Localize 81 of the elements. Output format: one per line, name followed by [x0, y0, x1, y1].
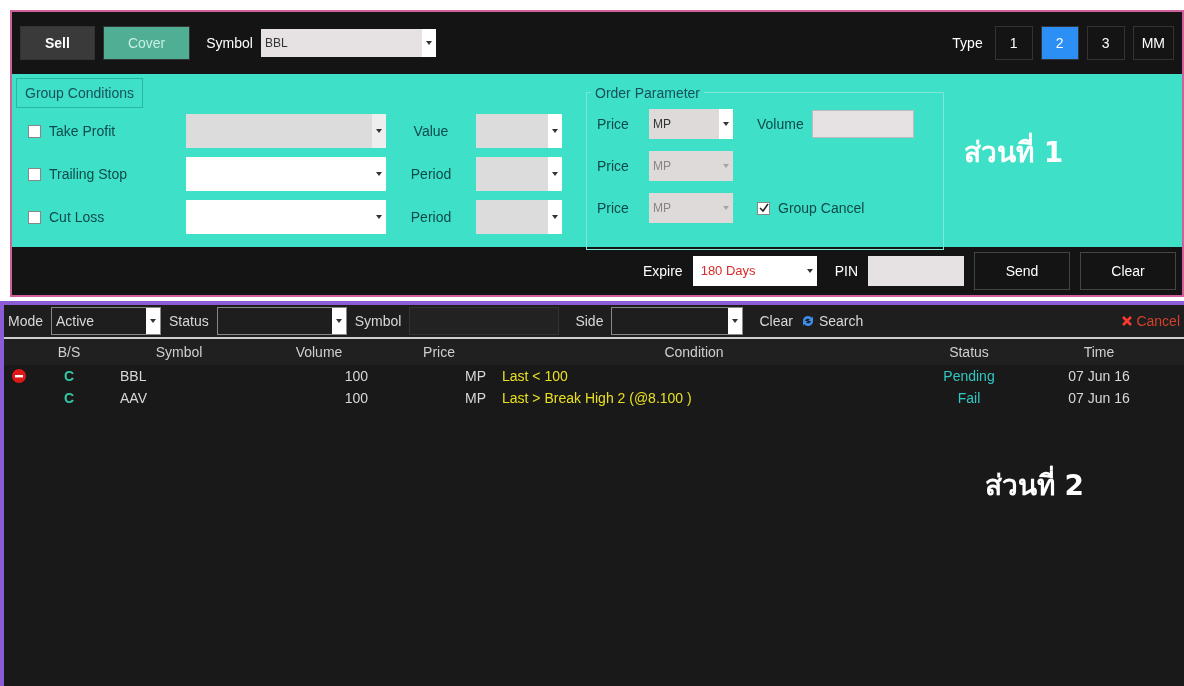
type-tab[interactable]: MM: [1132, 26, 1174, 60]
dropdown-caret-icon: [372, 114, 386, 148]
table-cell-text: Fail: [956, 388, 982, 408]
symbol-label: Symbol: [354, 311, 402, 331]
dropdown-caret-icon: [421, 29, 436, 57]
table-cell-text: AAV: [119, 388, 148, 408]
table-cell-text: C: [62, 388, 76, 408]
side-label: Side: [575, 311, 604, 331]
param-dropdown[interactable]: [476, 114, 562, 148]
table-cell-text: 100: [343, 388, 369, 408]
cancel-button[interactable]: Cancel: [1122, 310, 1180, 332]
price-dropdown[interactable]: MP: [649, 109, 733, 139]
clear-button[interactable]: Clear: [759, 310, 793, 332]
dropdown-caret-icon: [548, 114, 562, 148]
param-label: Period: [409, 207, 453, 227]
condition-label: Take Profit: [49, 121, 116, 141]
volume-label: Volume: [757, 114, 804, 134]
dropdown-caret-icon: [719, 109, 733, 139]
type-tab[interactable]: 1: [994, 26, 1033, 60]
action-button[interactable]: Send: [974, 252, 1070, 290]
dropdown-caret-icon: [548, 157, 562, 191]
section-label: ส่วนที่ 2: [984, 465, 1084, 505]
table-cell-text: MP: [464, 366, 487, 386]
checkbox[interactable]: [28, 210, 41, 224]
table-cell-text: MP: [464, 388, 487, 408]
dropdown-caret-icon: [723, 206, 729, 210]
column-header: Condition: [663, 342, 725, 362]
param-label: Value: [412, 121, 450, 141]
close-icon: [1122, 316, 1133, 326]
column-header: B/S: [56, 342, 82, 362]
dropdown-caret-icon: [728, 308, 743, 334]
table-cell-text: 07 Jun 16: [1067, 366, 1131, 386]
table-cell-text: Pending: [942, 366, 996, 386]
expire-label: Expire: [642, 261, 683, 281]
volume-field[interactable]: [811, 110, 914, 138]
refresh-icon: [800, 314, 815, 328]
section-label: ส่วนที่ 1: [964, 132, 1064, 174]
expire-dropdown[interactable]: 180 Days: [692, 256, 817, 286]
condition-dropdown[interactable]: [186, 157, 386, 191]
column-header: Symbol: [154, 342, 204, 362]
param-dropdown[interactable]: [476, 157, 562, 191]
table-cell-text: Last > Break High 2 (@8.100 ): [501, 388, 693, 408]
column-header: Volume: [294, 342, 344, 362]
dropdown-caret-icon: [723, 164, 729, 168]
price-label: Price: [597, 114, 630, 134]
status-label: Status: [169, 311, 209, 331]
pin-field[interactable]: [868, 256, 964, 286]
group-cancel-label: Group Cancel: [778, 198, 865, 218]
table-cell-text: C: [62, 366, 76, 386]
group-conditions-tab[interactable]: Group Conditions: [16, 78, 143, 108]
table-cell-text: Last < 100: [501, 366, 569, 386]
checkbox[interactable]: [28, 167, 41, 181]
table-cell-text: 100: [343, 366, 369, 386]
column-header: Time: [1082, 342, 1116, 362]
pin-label: PIN: [834, 261, 858, 281]
column-header: Price: [422, 342, 456, 362]
checkbox[interactable]: [757, 201, 770, 215]
price-label: Price: [597, 198, 630, 218]
side-button[interactable]: Sell: [20, 26, 95, 60]
table-cell-text: BBL: [119, 366, 148, 386]
dropdown-caret-icon: [331, 308, 346, 334]
param-dropdown[interactable]: [476, 200, 562, 234]
param-label: Period: [409, 164, 453, 184]
dropdown-caret-icon: [548, 200, 562, 234]
action-button[interactable]: Clear: [1080, 252, 1176, 290]
mode-dropdown[interactable]: Active: [51, 307, 162, 335]
search-button[interactable]: Search: [800, 310, 864, 332]
price-label: Price: [597, 156, 630, 176]
symbol-label: Symbol: [206, 33, 253, 53]
symbol-dropdown[interactable]: BBL: [260, 29, 436, 57]
condition-label: Cut Loss: [49, 207, 105, 227]
condition-label: Trailing Stop: [49, 164, 128, 184]
dropdown-caret-icon: [146, 308, 161, 334]
side-dropdown[interactable]: [611, 307, 744, 335]
mode-label: Mode: [8, 311, 44, 331]
column-header: Status: [948, 342, 990, 362]
type-label: Type: [952, 33, 983, 53]
status-dropdown[interactable]: [216, 307, 347, 335]
condition-dropdown[interactable]: [186, 200, 386, 234]
type-tab[interactable]: 3: [1086, 26, 1125, 60]
table-cell-text: 07 Jun 16: [1067, 388, 1131, 408]
